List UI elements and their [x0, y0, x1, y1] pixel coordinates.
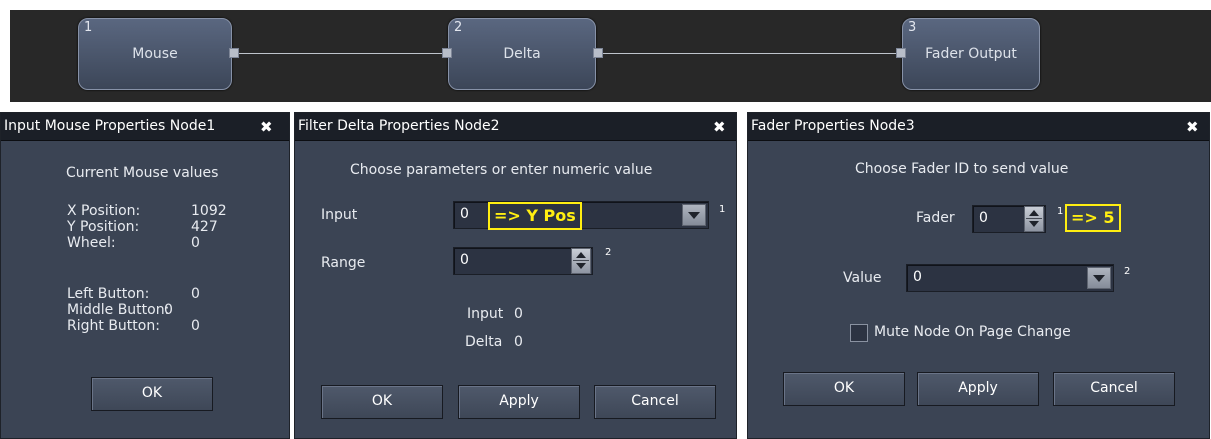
parameter-index: 1 [719, 204, 726, 215]
chevron-down-icon[interactable] [1087, 267, 1111, 289]
parameter-index: 1 [1057, 206, 1064, 217]
close-icon[interactable]: ✖ [1186, 118, 1199, 136]
row-value: 0 [191, 235, 200, 251]
spinner-icon[interactable] [1024, 206, 1044, 232]
node-label: Delta [503, 46, 541, 62]
readout-delta-value: 0 [514, 334, 523, 350]
node-fader-output[interactable]: 3 Fader Output [902, 18, 1040, 90]
input-port[interactable] [896, 48, 906, 58]
cancel-button[interactable]: Cancel [1053, 372, 1175, 406]
dialog-heading: Current Mouse values [66, 165, 219, 181]
annotation-text: => Y Pos [494, 206, 576, 225]
input-label: Input [321, 207, 358, 223]
dialog-titlebar[interactable]: Input Mouse Properties Node1 ✖ [1, 113, 289, 141]
apply-button[interactable]: Apply [458, 385, 580, 419]
node-number: 2 [454, 20, 463, 35]
chevron-down-icon[interactable] [682, 204, 706, 226]
fader-label: Fader [916, 210, 955, 226]
row-label: Wheel: [67, 235, 116, 251]
apply-button-label: Apply [958, 380, 998, 396]
annotation-text: => 5 [1071, 208, 1115, 227]
node-label: Mouse [132, 46, 178, 62]
range-label: Range [321, 255, 366, 271]
close-icon[interactable]: ✖ [713, 118, 726, 136]
dialog-title: Fader Properties Node3 [751, 118, 915, 134]
node-graph: 1 Mouse 2 Delta 3 Fader Output [10, 10, 1211, 102]
input-dropdown-value: 0 [460, 206, 469, 222]
row-value: 1092 [191, 203, 227, 219]
ok-button[interactable]: OK [91, 377, 213, 411]
ok-button-label: OK [371, 393, 393, 409]
mouse-properties-dialog: Input Mouse Properties Node1 ✖ Current M… [0, 112, 290, 439]
row-label: Left Button: [67, 286, 150, 302]
ok-button-label: OK [141, 385, 163, 401]
readout-input-value: 0 [514, 306, 523, 322]
mute-node-label: Mute Node On Page Change [874, 324, 1071, 340]
spinner-icon[interactable] [571, 248, 591, 274]
dialog-titlebar[interactable]: Fader Properties Node3 ✖ [748, 113, 1209, 141]
node-number: 3 [908, 20, 917, 35]
range-spinbox[interactable]: 0 [453, 247, 593, 275]
row-label: X Position: [67, 203, 141, 219]
fader-spinbox[interactable]: 0 [972, 205, 1046, 233]
node-label: Fader Output [925, 46, 1017, 62]
cancel-button-label: Cancel [631, 393, 679, 409]
dialog-heading: Choose parameters or enter numeric value [350, 162, 653, 178]
dialog-title: Filter Delta Properties Node2 [298, 118, 500, 134]
value-dropdown[interactable]: 0 [906, 264, 1114, 292]
fader-value: 0 [979, 210, 988, 226]
node-mouse[interactable]: 1 Mouse [78, 18, 232, 90]
parameter-index: 2 [605, 247, 612, 258]
mute-node-checkbox[interactable] [850, 324, 868, 342]
annotation-fader-5: => 5 [1065, 204, 1121, 232]
connection-wire [238, 53, 446, 54]
range-value: 0 [460, 252, 469, 268]
annotation-y-pos: => Y Pos [488, 202, 582, 230]
ok-button-label: OK [833, 380, 855, 396]
value-label: Value [843, 270, 882, 286]
row-label: Middle Button: [67, 302, 170, 318]
node-number: 1 [84, 20, 93, 35]
dialog-titlebar[interactable]: Filter Delta Properties Node2 ✖ [295, 113, 736, 141]
row-value: 427 [191, 219, 218, 235]
row-value: 0 [191, 318, 200, 334]
ok-button[interactable]: OK [783, 372, 905, 406]
delta-properties-dialog: Filter Delta Properties Node2 ✖ Choose p… [294, 112, 737, 439]
row-label: Right Button: [67, 318, 160, 334]
dialog-heading: Choose Fader ID to send value [855, 161, 1069, 177]
cancel-button-label: Cancel [1090, 380, 1138, 396]
row-value: 0 [191, 286, 200, 302]
node-delta[interactable]: 2 Delta [448, 18, 596, 90]
fader-properties-dialog: Fader Properties Node3 ✖ Choose Fader ID… [747, 112, 1210, 439]
parameter-index: 2 [1124, 266, 1131, 277]
apply-button[interactable]: Apply [917, 372, 1039, 406]
apply-button-label: Apply [499, 393, 539, 409]
connection-wire [602, 53, 902, 54]
ok-button[interactable]: OK [321, 385, 443, 419]
readout-delta-label: Delta [465, 334, 503, 350]
input-port[interactable] [442, 48, 452, 58]
row-value: 0 [164, 302, 173, 318]
readout-input-label: Input [467, 306, 504, 322]
dialog-title: Input Mouse Properties Node1 [4, 118, 216, 134]
output-port[interactable] [593, 48, 603, 58]
value-dropdown-value: 0 [913, 269, 922, 285]
output-port[interactable] [229, 48, 239, 58]
close-icon[interactable]: ✖ [260, 118, 273, 136]
cancel-button[interactable]: Cancel [594, 385, 716, 419]
app-canvas: 1 Mouse 2 Delta 3 Fader Output Input Mou… [0, 0, 1211, 439]
row-label: Y Position: [67, 219, 140, 235]
